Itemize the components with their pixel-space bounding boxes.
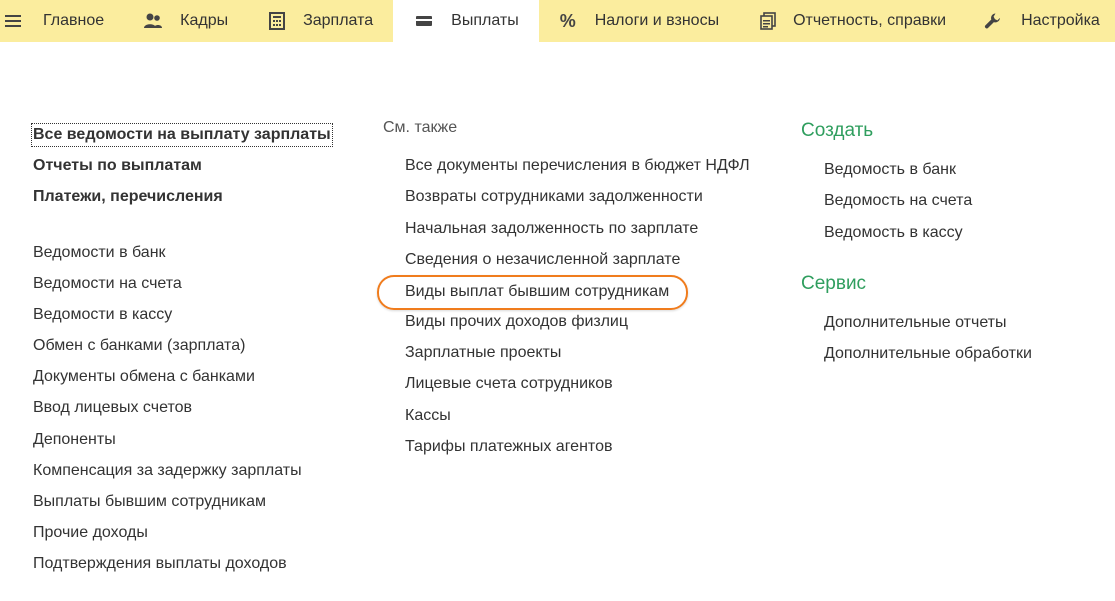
link-bank-exchange-documents[interactable]: Документы обмена с банками: [33, 367, 255, 387]
link-other-income[interactable]: Прочие доходы: [33, 523, 148, 543]
link-former-employees-payments[interactable]: Выплаты бывшим сотрудникам: [33, 492, 266, 512]
link-bank-statements[interactable]: Ведомости в банк: [33, 243, 166, 263]
create-cash-statement[interactable]: Ведомость в кассу: [824, 223, 963, 243]
tab-taxes-label: Налоги и взносы: [594, 12, 720, 29]
link-personal-accounts-input[interactable]: Ввод лицевых счетов: [33, 398, 192, 418]
tab-staff[interactable]: Кадры: [122, 0, 248, 42]
tab-reports-label: Отчетность, справки: [793, 12, 947, 29]
link-income-payment-confirmations[interactable]: Подтверждения выплаты доходов: [33, 554, 287, 574]
link-account-statements[interactable]: Ведомости на счета: [33, 274, 182, 294]
people-icon: [142, 11, 164, 31]
link-additional-processing[interactable]: Дополнительные обработки: [824, 344, 1032, 364]
tab-settings-label: Настройка: [1021, 12, 1100, 29]
tab-salary-label: Зарплата: [303, 12, 374, 29]
tab-main-label: Главное: [43, 12, 105, 29]
tab-settings[interactable]: Настройка: [966, 0, 1100, 42]
link-ndfl-budget-transfers[interactable]: Все документы перечисления в бюджет НДФЛ: [405, 156, 750, 176]
link-all-payroll-statements[interactable]: Все ведомости на выплату зарплаты: [31, 123, 333, 147]
link-uncredited-salary-info[interactable]: Сведения о незачисленной зарплате: [405, 250, 680, 270]
calculator-icon: [266, 11, 288, 31]
wrench-icon: [982, 11, 1004, 31]
tab-taxes[interactable]: % Налоги и взносы: [539, 0, 739, 42]
link-salary-projects[interactable]: Зарплатные проекты: [405, 343, 561, 363]
create-section-title: Создать: [801, 120, 874, 141]
percent-icon: %: [559, 10, 576, 31]
tab-payments[interactable]: Выплаты: [393, 0, 539, 42]
link-payment-reports[interactable]: Отчеты по выплатам: [33, 156, 202, 176]
create-account-statement[interactable]: Ведомость на счета: [824, 191, 972, 211]
link-depositors[interactable]: Депоненты: [33, 430, 116, 450]
tab-main[interactable]: Главное: [26, 0, 122, 42]
link-debt-returns[interactable]: Возвраты сотрудниками задолженности: [405, 187, 703, 207]
create-bank-statement[interactable]: Ведомость в банк: [824, 160, 956, 180]
tab-payments-label: Выплаты: [451, 12, 519, 29]
tab-reports[interactable]: Отчетность, справки: [739, 0, 966, 42]
link-payments-transfers[interactable]: Платежи, перечисления: [33, 187, 223, 207]
top-navigation-bar: Главное Кадры Зарплата Выплаты % Налоги …: [0, 0, 1115, 42]
tab-salary[interactable]: Зарплата: [248, 0, 393, 42]
hamburger-menu-button[interactable]: [0, 0, 26, 42]
tab-staff-label: Кадры: [180, 12, 229, 29]
link-employee-personal-accounts[interactable]: Лицевые счета сотрудников: [405, 374, 613, 394]
link-bank-exchange-salary[interactable]: Обмен с банками (зарплата): [33, 336, 245, 356]
link-initial-salary-debt[interactable]: Начальная задолженность по зарплате: [405, 219, 698, 239]
wallet-icon: [413, 11, 435, 31]
highlight-outline: [377, 275, 688, 310]
hamburger-icon: [5, 15, 21, 27]
service-section-title: Сервис: [801, 273, 867, 294]
link-other-income-types[interactable]: Виды прочих доходов физлиц: [405, 312, 628, 332]
link-salary-delay-compensation[interactable]: Компенсация за задержку зарплаты: [33, 461, 302, 481]
link-additional-reports[interactable]: Дополнительные отчеты: [824, 313, 1007, 333]
link-payment-agent-tariffs[interactable]: Тарифы платежных агентов: [405, 437, 612, 457]
link-cash-desks[interactable]: Кассы: [405, 406, 451, 426]
link-cash-statements[interactable]: Ведомости в кассу: [33, 305, 172, 325]
reports-icon: [757, 11, 779, 31]
see-also-header: См. также: [383, 119, 458, 136]
